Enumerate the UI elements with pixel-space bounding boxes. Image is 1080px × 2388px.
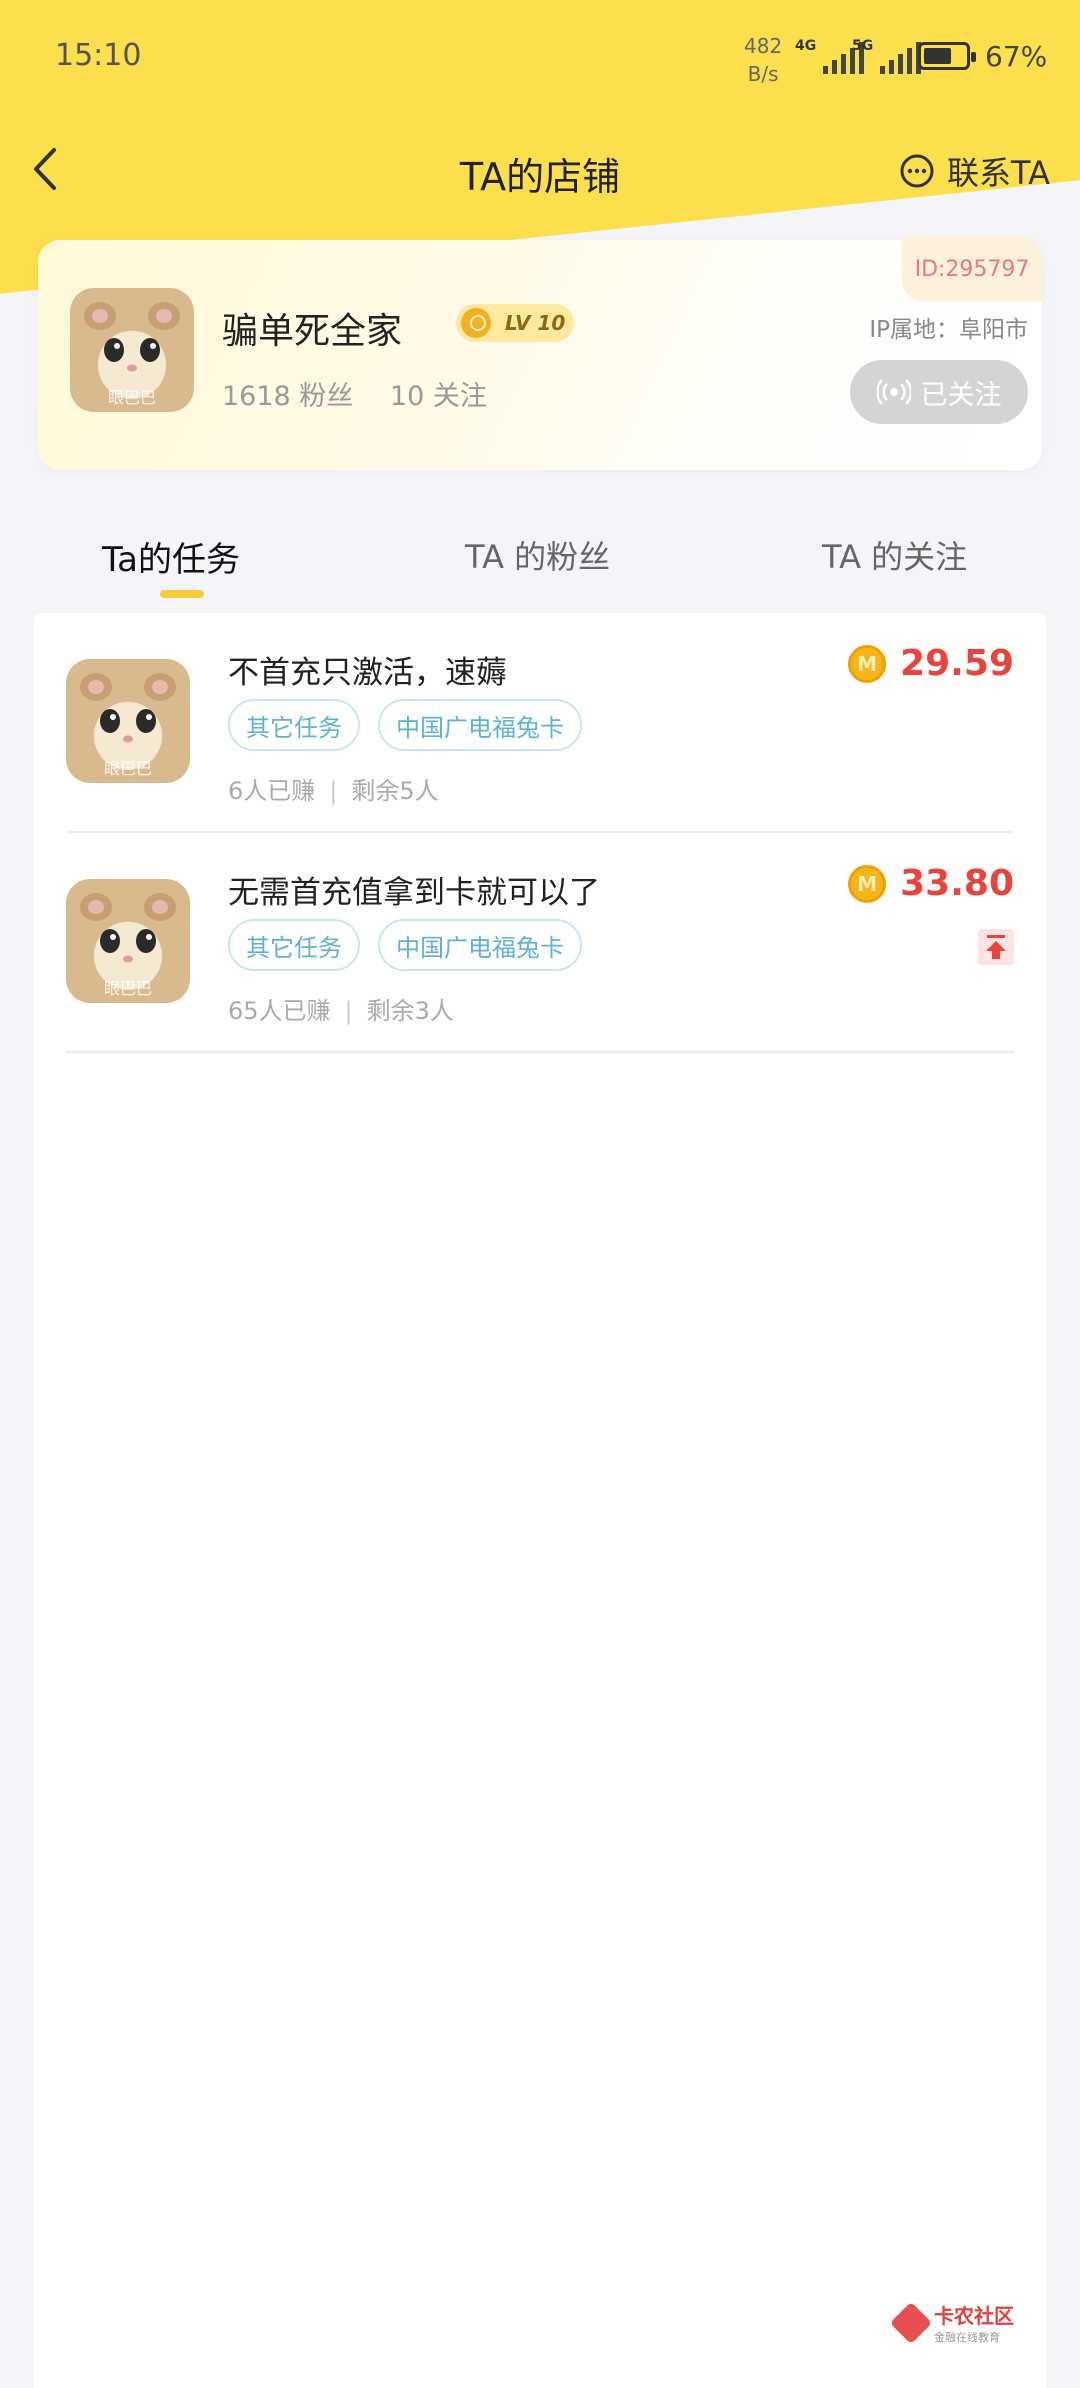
level-label: LV 10 [505, 311, 566, 335]
follows-count[interactable]: 10 关注 [390, 381, 487, 412]
signal-5g-label: 5G [852, 38, 874, 54]
user-id-badge: ID:295797 [902, 236, 1042, 302]
task-meta: 6人已赚 | 剩余5人 [228, 777, 439, 805]
task-title: 不首充只激活，速薅 [228, 655, 507, 691]
follow-button-label: 已关注 [920, 379, 1002, 411]
task-avatar: 眼巴巴 [66, 879, 190, 1003]
contact-label: 联系TA [947, 154, 1050, 192]
task-tag: 中国广电福兔卡 [378, 919, 582, 971]
contact-button[interactable]: 联系TA [899, 148, 1050, 194]
task-tag: 其它任务 [228, 699, 360, 751]
active-tab-indicator [160, 590, 204, 598]
task-tag: 其它任务 [228, 919, 360, 971]
site-watermark: 卡农社区 金融在线教育 [889, 2300, 1014, 2345]
tab-tasks[interactable]: Ta的任务 [102, 532, 240, 581]
avatar-watermark: 眼巴巴 [107, 388, 156, 407]
avatar[interactable]: 眼巴巴 [70, 288, 194, 412]
fans-count[interactable]: 1618 粉丝 [222, 381, 353, 412]
signal-5g-icon: 5G [852, 38, 922, 74]
shop-profile-card: ID:295797 眼巴巴 骗单死全家 LV 10 1618 粉丝 10 关注 … [38, 236, 1042, 470]
task-meta: 65人已赚 | 剩余3人 [228, 997, 454, 1025]
watermark-main: 卡农社区 [934, 2304, 1014, 2328]
avatar-watermark: 眼巴巴 [103, 759, 152, 778]
battery-percent: 67% [985, 40, 1048, 73]
task-avatar: 眼巴巴 [66, 659, 190, 783]
status-bar: 15:10 482 B/s 4G 5G 67% [0, 0, 1080, 120]
network-speed-unit: B/s [747, 62, 779, 86]
task-tag: 中国广电福兔卡 [378, 699, 582, 751]
avatar-watermark: 眼巴巴 [103, 979, 152, 998]
coin-icon: M [848, 644, 887, 683]
task-remaining-count: 剩余3人 [366, 997, 454, 1025]
ip-location: IP属地：阜阳市 [869, 317, 1028, 343]
chat-icon [900, 154, 934, 188]
coin-icon: M [848, 864, 887, 903]
nav-bar: TA的店铺 联系TA [0, 120, 1080, 220]
follow-button[interactable]: 已关注 [850, 360, 1028, 424]
task-tags: 其它任务 中国广电福兔卡 [228, 919, 582, 971]
shop-owner-name: 骗单死全家 [222, 311, 403, 352]
status-time: 15:10 [55, 38, 142, 73]
kanong-logo-icon [889, 2301, 933, 2344]
pin-top-icon[interactable] [978, 929, 1014, 965]
broadcast-icon [876, 379, 911, 405]
list-item[interactable]: 眼巴巴 无需首充值拿到卡就可以了 其它任务 中国广电福兔卡 65人已赚 | 剩余3人… [66, 833, 1014, 1053]
watermark-sub: 金融在线教育 [934, 2331, 1000, 2344]
task-earned-count: 65人已赚 [228, 997, 331, 1025]
tab-fans[interactable]: TA 的粉丝 [465, 532, 610, 578]
tab-bar: Ta的任务 TA 的粉丝 TA 的关注 [0, 520, 1080, 610]
task-tags: 其它任务 中国广电福兔卡 [228, 699, 582, 751]
task-amount: 33.80 [900, 863, 1014, 904]
medal-icon [461, 308, 491, 338]
task-reward: M 33.80 [848, 863, 1014, 904]
level-badge: LV 10 [456, 304, 574, 342]
network-speed-value: 482 [744, 34, 783, 58]
task-reward: M 29.59 [848, 643, 1014, 684]
battery-fill [924, 48, 951, 64]
battery-icon [918, 42, 976, 70]
tab-follows[interactable]: TA 的关注 [822, 532, 967, 578]
list-item[interactable]: 眼巴巴 不首充只激活，速薅 其它任务 中国广电福兔卡 6人已赚 | 剩余5人 M 2… [66, 613, 1014, 833]
task-title: 无需首充值拿到卡就可以了 [228, 875, 600, 911]
signal-4g-label: 4G [795, 38, 817, 54]
task-remaining-count: 剩余5人 [351, 777, 439, 805]
task-list: 眼巴巴 不首充只激活，速薅 其它任务 中国广电福兔卡 6人已赚 | 剩余5人 M 2… [34, 613, 1046, 2388]
task-amount: 29.59 [900, 643, 1014, 684]
profile-stats: 1618 粉丝 10 关注 [222, 374, 515, 413]
task-earned-count: 6人已赚 [228, 777, 316, 805]
network-speed: 482 B/s [744, 32, 782, 88]
